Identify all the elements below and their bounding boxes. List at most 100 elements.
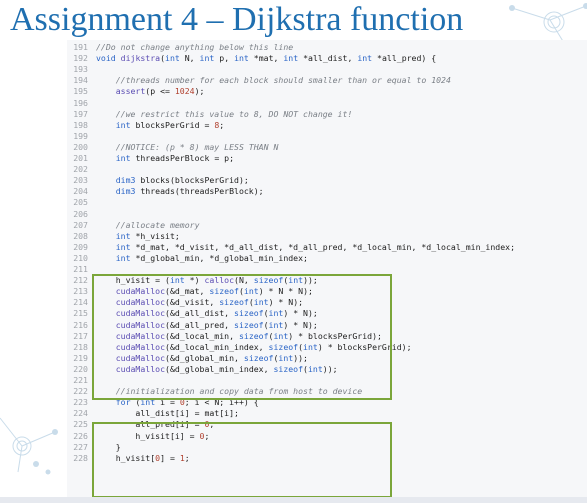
line-number: 197: [73, 108, 88, 119]
line-number: 210: [73, 252, 88, 263]
line-number: 212: [73, 275, 88, 286]
code-line: 206: [67, 209, 587, 220]
code-line: 197 //we restrict this value to 8, DO NO…: [67, 109, 587, 120]
line-number: 195: [73, 86, 88, 97]
code-text: int *d_mat, *d_visit, *d_all_dist, *d_al…: [115, 241, 516, 252]
line-number: 202: [73, 164, 88, 175]
code-line: 201 int threadsPerBlock = p;: [67, 153, 587, 164]
line-number: 192: [73, 53, 88, 64]
code-text: //NOTICE: (p * 8) may LESS THAN N: [115, 141, 279, 152]
line-number: 220: [73, 363, 88, 374]
code-line: 198 int blocksPerGrid = 8;: [67, 120, 587, 131]
code-text: //Do not change anything below this line: [96, 42, 294, 52]
code-line: 196: [67, 98, 587, 109]
line-number: 223: [73, 397, 88, 408]
line-number: 200: [73, 141, 88, 152]
line-number: 228: [73, 452, 88, 463]
code-line: 202: [67, 164, 587, 175]
line-number: 226: [73, 430, 88, 441]
line-number: 199: [73, 130, 88, 141]
line-number: 213: [73, 286, 88, 297]
line-number: 217: [73, 330, 88, 341]
code-text: cudaMalloc(&d_local_min, sizeof(int) * b…: [115, 330, 382, 341]
line-number: 216: [73, 319, 88, 330]
code-line: 228 h_visit[0] = 1;: [67, 453, 587, 464]
code-text: all_dist[i] = mat[i];: [96, 408, 239, 419]
line-number: 221: [73, 375, 88, 385]
line-number: 219: [73, 352, 88, 363]
code-line: 220 cudaMalloc(&d_global_min_index, size…: [67, 364, 587, 375]
line-number: 208: [73, 230, 88, 241]
code-line: 225 all_pred[i] = 0;: [67, 419, 587, 430]
code-line: 210 int *d_global_min, *d_global_min_ind…: [67, 253, 587, 264]
code-text: dim3 threads(threadsPerBlock);: [115, 186, 264, 197]
code-text: cudaMalloc(&d_mat, sizeof(int) * N * N);: [115, 286, 313, 297]
code-text: assert(p <= 1024);: [115, 86, 205, 97]
code-text: cudaMalloc(&d_visit, sizeof(int) * N);: [115, 297, 304, 308]
code-text: h_visit[i] = 0;: [96, 430, 210, 441]
line-number: 205: [73, 197, 88, 208]
code-text: cudaMalloc(&d_all_pred, sizeof(int) * N)…: [115, 319, 318, 330]
code-line: 208 int *h_visit;: [67, 231, 587, 242]
code-text: all_pred[i] = 0;: [96, 419, 215, 430]
code-line: 204 dim3 threads(threadsPerBlock);: [67, 186, 587, 197]
code-line: 224 all_dist[i] = mat[i];: [67, 408, 587, 419]
code-text: cudaMalloc(&d_local_min_index, sizeof(in…: [115, 341, 412, 352]
line-number: 204: [73, 186, 88, 197]
code-line: 218 cudaMalloc(&d_local_min_index, sizeo…: [67, 342, 587, 353]
code-text: int *h_visit;: [115, 230, 180, 241]
code-line: 227 }: [67, 442, 587, 453]
code-line: 200 //NOTICE: (p * 8) may LESS THAN N: [67, 142, 587, 153]
line-number: 211: [73, 264, 88, 274]
code-line: 219 cudaMalloc(&d_global_min, sizeof(int…: [67, 353, 587, 364]
code-text: h_visit[0] = 1;: [96, 452, 190, 463]
code-line: 222 //initialization and copy data from …: [67, 386, 587, 397]
code-line: 223 for (int i = 0; i < N; i++) {: [67, 397, 587, 408]
code-line: 214 cudaMalloc(&d_visit, sizeof(int) * N…: [67, 297, 587, 308]
code-line: 207 //allocate memory: [67, 220, 587, 231]
code-text: }: [96, 441, 121, 452]
line-number: 206: [73, 208, 88, 219]
code-line: 213 cudaMalloc(&d_mat, sizeof(int) * N *…: [67, 286, 587, 297]
line-number: 214: [73, 297, 88, 308]
line-number: 227: [73, 441, 88, 452]
code-text: //we restrict this value to 8, DO NOT ch…: [115, 108, 353, 119]
code-line: 216 cudaMalloc(&d_all_pred, sizeof(int) …: [67, 320, 587, 331]
code-line: 205: [67, 197, 587, 208]
code-text: //threads number for each block should s…: [115, 75, 451, 86]
line-number: 203: [73, 175, 88, 186]
code-line: 193: [67, 64, 587, 75]
code-line: 192 void dijkstra(int N, int p, int *mat,…: [67, 53, 587, 64]
line-number: 222: [73, 386, 88, 397]
code-line: 212 h_visit = (int *) calloc(N, sizeof(i…: [67, 275, 587, 286]
code-line: 217 cudaMalloc(&d_local_min, sizeof(int)…: [67, 331, 587, 342]
code-line: 215 cudaMalloc(&d_all_dist, sizeof(int) …: [67, 308, 587, 319]
line-number: 225: [73, 419, 88, 430]
line-number: 207: [73, 219, 88, 230]
code-text: cudaMalloc(&d_global_min_index, sizeof(i…: [115, 363, 338, 374]
line-number: 198: [73, 119, 88, 130]
code-text: int *d_global_min, *d_global_min_index;: [115, 252, 308, 263]
code-line: 195 assert(p <= 1024);: [67, 86, 587, 97]
code-text: int blocksPerGrid = 8;: [115, 119, 225, 130]
line-number: 215: [73, 308, 88, 319]
line-number: 201: [73, 153, 88, 163]
code-line: 203 dim3 blocks(blocksPerGrid);: [67, 175, 587, 186]
network-decoration-bottom-left-icon: [0, 417, 58, 475]
line-number: 209: [73, 241, 88, 252]
code-text: dim3 blocks(blocksPerGrid);: [115, 175, 249, 186]
slide-footer-bar: [0, 497, 587, 503]
code-text: h_visit = (int *) calloc(N, sizeof(int))…: [96, 275, 318, 286]
code-panel: 191 //Do not change anything below this l…: [67, 40, 587, 503]
code-text: void dijkstra(int N, int p, int *mat, in…: [96, 53, 437, 64]
code-line: 194 //threads number for each block shou…: [67, 75, 587, 86]
code-line: 226 h_visit[i] = 0;: [67, 431, 587, 442]
code-line: 199: [67, 131, 587, 142]
code-text: cudaMalloc(&d_global_min, sizeof(int));: [115, 352, 308, 363]
line-number: 218: [73, 341, 88, 352]
code-line: 191 //Do not change anything below this l…: [67, 42, 587, 53]
code-text: for (int i = 0; i < N; i++) {: [115, 397, 259, 408]
line-number: 194: [73, 75, 88, 86]
slide-title: Assignment 4 – Dijkstra function: [10, 1, 464, 38]
line-number: 193: [73, 64, 88, 75]
